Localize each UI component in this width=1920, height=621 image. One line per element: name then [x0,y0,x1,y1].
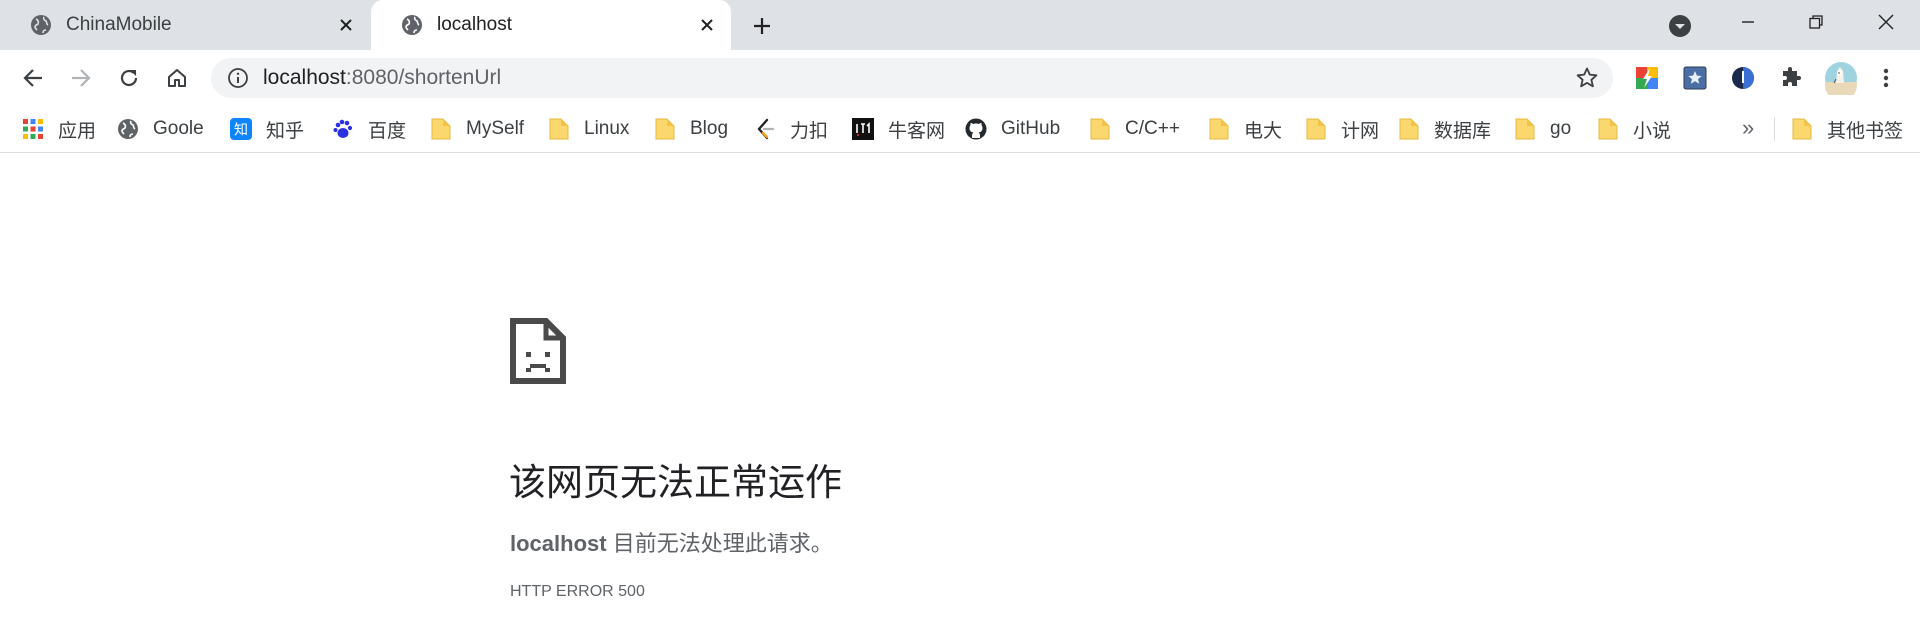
url-text[interactable]: localhost:8080/shortenUrl [263,66,501,90]
bookmark-folder-other[interactable]: 其他书签 [1791,115,1903,143]
bookmark-label: C/C++ [1125,118,1180,139]
leetcode-icon [754,118,776,140]
bookmark-label: GitHub [1001,118,1061,139]
error-message: 目前无法处理此请求。 [606,531,833,556]
bookmark-nowcoder[interactable]: 牛客网 [852,115,945,143]
close-icon[interactable] [697,15,717,35]
folder-icon [1089,118,1111,140]
error-host: localhost [510,531,607,556]
globe-icon [117,118,139,140]
info-icon[interactable] [225,65,251,91]
forward-button[interactable] [67,64,95,92]
bookmark-folder-go[interactable]: go [1514,115,1571,143]
bookmark-label: MySelf [466,118,525,139]
bookmark-label: Blog [690,118,729,139]
folder-icon [654,118,676,140]
bookmark-label: 数据库 [1434,120,1492,142]
bookmark-folder-database[interactable]: 数据库 [1398,115,1491,143]
folder-icon [1208,118,1230,140]
close-window-button[interactable] [1866,8,1906,36]
tab-title: localhost [437,14,512,35]
extensions-puzzle-icon[interactable] [1778,65,1804,91]
bookmark-label: 百度 [368,120,407,142]
home-button[interactable] [163,64,191,92]
bookmark-folder-cpp[interactable]: C/C++ [1089,115,1180,143]
bookmark-star-icon[interactable] [1575,66,1599,90]
bookmark-leetcode[interactable]: 力扣 [754,115,828,143]
extension-moon-icon[interactable] [1730,65,1756,91]
folder-icon [1514,118,1536,140]
tab-strip: ChinaMobile localhost [0,0,1920,50]
folder-icon [430,118,452,140]
bookmark-label: go [1550,118,1572,139]
zhihu-icon: 知 [230,118,252,140]
menu-kebab-icon[interactable] [1873,65,1899,91]
github-icon [965,118,987,140]
bookmark-zhihu[interactable]: 知 知乎 [230,115,304,143]
bookmarks-overflow-button[interactable]: » [1742,115,1754,141]
folder-icon [548,118,570,140]
bookmark-label: 知乎 [266,120,305,142]
bookmark-folder-blog[interactable]: Blog [654,115,728,143]
baidu-paw-icon [332,118,354,140]
folder-icon [1597,118,1619,140]
bookmark-folder-myself[interactable]: MySelf [430,115,524,143]
bookmark-label: 计网 [1341,120,1380,142]
globe-icon [401,14,423,36]
bookmark-folder-novel[interactable]: 小说 [1597,115,1671,143]
reload-button[interactable] [115,64,143,92]
bookmark-folder-linux[interactable]: Linux [548,115,629,143]
bookmark-label: 牛客网 [888,120,946,142]
bookmark-label: 其他书签 [1827,120,1904,142]
tab-chinamobile[interactable]: ChinaMobile [0,0,370,50]
url-path: :8080/shortenUrl [345,66,502,89]
bookmark-label: 电大 [1244,120,1283,142]
bookmark-label: 小说 [1633,120,1672,142]
bookmark-github[interactable]: GitHub [965,115,1060,143]
profile-avatar[interactable] [1824,61,1858,95]
folder-icon [1305,118,1327,140]
apps-grid-icon [22,118,44,140]
error-title: 该网页无法正常运作 [509,462,842,503]
restore-button[interactable] [1796,8,1836,36]
bookmark-folder-jiwang[interactable]: 计网 [1305,115,1379,143]
url-host: localhost [263,66,346,89]
toolbar: localhost:8080/shortenUrl [0,50,1920,105]
minimize-button[interactable] [1728,8,1768,36]
bookmarks-bar: 应用 Goole 知 知乎 百度 MySelf Linux Blog 力扣 牛客… [0,105,1920,153]
bookmark-label: Linux [584,118,630,139]
bookmarks-divider [1774,117,1775,141]
folder-icon [1791,118,1813,140]
tab-search-icon[interactable] [1668,14,1692,38]
folder-icon [1398,118,1420,140]
tab-localhost[interactable]: localhost [371,0,731,50]
error-code: HTTP ERROR 500 [510,583,645,600]
bookmark-goole[interactable]: Goole [117,115,204,143]
error-description: localhost 目前无法处理此请求。 [510,526,833,558]
new-tab-button[interactable] [748,12,776,40]
bookmark-label: 力扣 [790,120,829,142]
close-icon[interactable] [336,15,356,35]
back-button[interactable] [19,64,47,92]
bookmark-apps[interactable]: 应用 [22,115,96,143]
extension-star-icon[interactable] [1682,65,1708,91]
bookmark-label: 应用 [58,120,97,142]
globe-icon [30,14,52,36]
address-bar[interactable]: localhost:8080/shortenUrl [211,58,1613,98]
tab-title: ChinaMobile [66,14,172,35]
bookmark-folder-dianda[interactable]: 电大 [1208,115,1282,143]
svg-text:知: 知 [234,122,248,139]
sad-page-icon [510,318,566,384]
nowcoder-icon [852,118,874,140]
bookmark-label: Goole [153,118,204,139]
extension-colorful-icon[interactable] [1634,65,1660,91]
bookmark-baidu[interactable]: 百度 [332,115,406,143]
